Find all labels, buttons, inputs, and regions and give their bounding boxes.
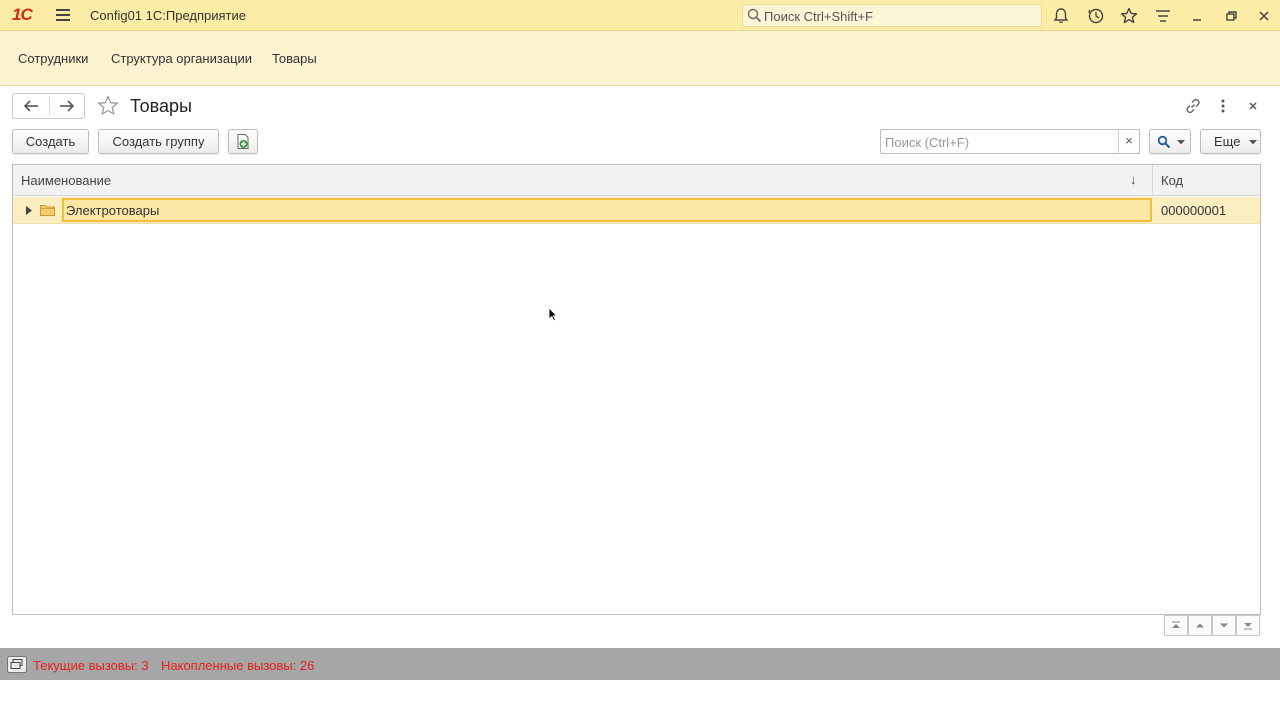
history-icon[interactable] — [1086, 6, 1106, 26]
create-group-button[interactable]: Создать группу — [98, 129, 219, 154]
section-org-structure[interactable]: Структура организации — [111, 51, 252, 66]
current-calls-status: Текущие вызовы: 3 — [33, 658, 149, 673]
main-menu-icon[interactable] — [56, 9, 70, 21]
more-actions-icon[interactable] — [1213, 96, 1233, 116]
close-form-icon[interactable] — [1243, 96, 1263, 116]
more-button-label: Еще — [1214, 134, 1241, 149]
goods-list-table[interactable]: Наименование ↓ Код Электротовары 0000000… — [12, 164, 1261, 615]
minimize-icon[interactable] — [1187, 6, 1207, 26]
create-folder-button[interactable] — [228, 129, 258, 154]
row-name-cell[interactable]: Электротовары — [62, 198, 1152, 222]
sections-panel: Сотрудники Структура организации Товары — [0, 31, 1280, 86]
chevron-down-icon — [1249, 140, 1257, 145]
search-icon — [1157, 135, 1171, 149]
table-row[interactable]: Электротовары 000000001 — [13, 197, 1260, 224]
arrow-left-icon — [23, 100, 38, 112]
table-header: Наименование ↓ Код — [13, 165, 1260, 196]
sort-descending-icon: ↓ — [1130, 172, 1137, 187]
form-title: Товары — [130, 96, 192, 116]
forward-button[interactable] — [50, 94, 86, 118]
folder-icon — [40, 205, 55, 216]
scroll-top-icon — [1172, 621, 1180, 628]
add-document-icon — [237, 134, 249, 149]
bell-icon[interactable] — [1051, 6, 1071, 26]
create-button[interactable]: Создать — [12, 129, 89, 154]
global-search-placeholder: Поиск Ctrl+Shift+F — [764, 9, 873, 24]
column-separator — [1152, 165, 1153, 196]
list-search-input[interactable]: Поиск (Ctrl+F) — [880, 129, 1120, 154]
bottom-area — [0, 680, 1280, 720]
close-app-icon[interactable] — [1254, 6, 1274, 26]
global-search-input[interactable]: Поиск Ctrl+Shift+F — [742, 4, 1042, 27]
restore-icon[interactable] — [1221, 6, 1241, 26]
mouse-cursor-icon — [548, 307, 558, 322]
favorites-star-icon[interactable] — [1119, 6, 1139, 26]
scroll-to-bottom-button[interactable] — [1236, 615, 1260, 636]
scroll-bottom-icon — [1244, 623, 1252, 630]
arrow-right-icon — [60, 100, 75, 112]
column-header-code[interactable]: Код — [1161, 173, 1183, 188]
scroll-down-icon — [1220, 623, 1228, 628]
column-header-name[interactable]: Наименование — [21, 173, 111, 188]
row-code: 000000001 — [1161, 203, 1227, 218]
search-icon — [747, 8, 762, 23]
app-title: Config01 1С:Предприятие — [90, 8, 246, 23]
link-icon[interactable] — [1183, 96, 1203, 116]
back-button[interactable] — [13, 94, 49, 118]
scroll-down-button[interactable] — [1212, 615, 1236, 636]
scroll-to-top-button[interactable] — [1164, 615, 1188, 636]
accumulated-calls-status: Накопленные вызовы: 26 — [161, 658, 315, 673]
scroll-up-icon — [1196, 623, 1204, 628]
expand-triangle-icon[interactable] — [26, 206, 32, 215]
settings-menu-icon[interactable] — [1153, 6, 1173, 26]
scroll-up-button[interactable] — [1188, 615, 1212, 636]
chevron-down-icon — [1177, 140, 1185, 145]
status-bar: Текущие вызовы: 3 Накопленные вызовы: 26 — [0, 648, 1280, 680]
title-bar: 1С Config01 1С:Предприятие Поиск Ctrl+Sh… — [0, 0, 1280, 31]
search-clear-button[interactable]: × — [1118, 129, 1140, 154]
more-button[interactable]: Еще — [1200, 129, 1261, 154]
search-options-button[interactable] — [1149, 129, 1191, 154]
app-logo: 1С — [12, 5, 33, 24]
section-employees[interactable]: Сотрудники — [18, 51, 88, 66]
windows-icon[interactable] — [7, 656, 27, 673]
form-favorite-star-icon[interactable] — [96, 94, 120, 118]
section-goods[interactable]: Товары — [272, 51, 317, 66]
navigation-buttons — [12, 93, 85, 119]
row-name: Электротовары — [66, 203, 160, 218]
list-search-placeholder: Поиск (Ctrl+F) — [885, 135, 970, 150]
